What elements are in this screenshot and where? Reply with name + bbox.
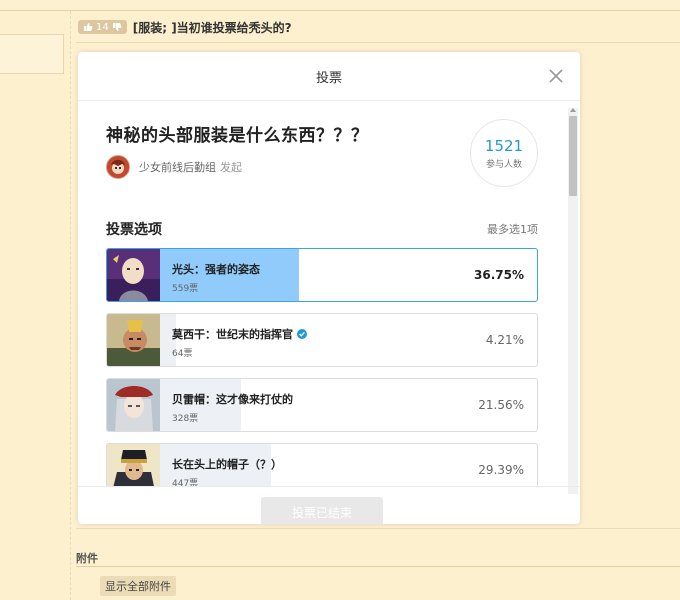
option-image-bald [107, 249, 160, 301]
divider [76, 42, 680, 43]
modal-body: 神秘的头部服装是什么东西？？？ 少女前线后勤组 发起 1521 参与人数 投票选… [78, 101, 580, 486]
option-percent: 21.56% [478, 398, 524, 412]
vote-question: 神秘的头部服装是什么东西？？？ [106, 126, 369, 146]
option-percent: 29.39% [478, 463, 524, 477]
post-header: 14 [服装; ]当初谁投票给秃头的? [78, 16, 292, 38]
show-all-attachments-button[interactable]: 显示全部附件 [100, 576, 176, 596]
option-label: 贝雷帽：这才像来打仗的 [172, 393, 293, 406]
option-image-mohawk [107, 314, 160, 366]
left-info-box [0, 34, 64, 74]
vote-options: 光头：强者的姿态 559票 36.75% 莫西干：世纪末的指挥官 64票 4.2… [106, 248, 538, 486]
scroll-thumb[interactable] [569, 116, 577, 196]
scroll-up-arrow-icon[interactable] [570, 108, 576, 112]
vote-ended-button[interactable]: 投票已结束 [261, 497, 383, 524]
top-divider [0, 10, 680, 11]
author-action: 发起 [220, 161, 242, 174]
post-title[interactable]: [服装; ]当初谁投票给秃头的? [133, 19, 292, 36]
option-votes: 64票 [172, 349, 193, 359]
thumbs-up-icon [84, 23, 93, 31]
like-count: 14 [96, 21, 109, 33]
vote-option[interactable]: 莫西干：世纪末的指挥官 64票 4.21% [106, 313, 538, 367]
option-votes: 328票 [172, 414, 199, 424]
option-percent: 4.21% [485, 333, 524, 347]
vote-option[interactable]: 长在头上的帽子（？） 447票 29.39% [106, 443, 538, 486]
participant-number: 1521 [484, 136, 524, 155]
participant-label: 参与人数 [485, 159, 522, 170]
option-label: 长在头上的帽子（？） [172, 458, 282, 471]
participant-count: 1521 参与人数 [470, 119, 538, 187]
thumbs-down-icon [112, 23, 122, 31]
modal-scrollbar[interactable] [568, 108, 578, 494]
left-column [0, 11, 71, 600]
option-votes: 559票 [172, 284, 199, 294]
author-row: 少女前线后勤组 发起 [106, 155, 242, 179]
option-votes: 447票 [172, 479, 199, 486]
author-avatar[interactable] [106, 155, 130, 179]
attachments-label: 附件 [76, 552, 98, 565]
modal-header: 投票 [78, 52, 580, 101]
max-choice-note: 最多选1项 [487, 223, 538, 236]
close-icon[interactable] [548, 68, 564, 84]
author-name[interactable]: 少女前线后勤组 [139, 159, 216, 175]
verified-icon [297, 329, 307, 339]
option-image-beret [107, 379, 160, 431]
option-label: 光头：强者的姿态 [172, 263, 260, 276]
vote-modal: 投票 神秘的头部服装是什么东西？？？ 少女前线后勤组 发起 1521 参与人数 [78, 52, 580, 524]
vote-option[interactable]: 光头：强者的姿态 559票 36.75% [106, 248, 538, 302]
vote-option[interactable]: 贝雷帽：这才像来打仗的 328票 21.56% [106, 378, 538, 432]
option-image-hat [107, 444, 160, 486]
modal-footer: 投票已结束 [78, 486, 580, 524]
option-label: 莫西干：世纪末的指挥官 [172, 326, 307, 342]
like-badge[interactable]: 14 [78, 20, 127, 34]
options-title: 投票选项 [106, 222, 162, 238]
divider [76, 528, 680, 529]
option-percent: 36.75% [474, 268, 524, 282]
modal-title: 投票 [315, 70, 342, 86]
divider [76, 566, 680, 567]
avatar-image [107, 156, 129, 178]
